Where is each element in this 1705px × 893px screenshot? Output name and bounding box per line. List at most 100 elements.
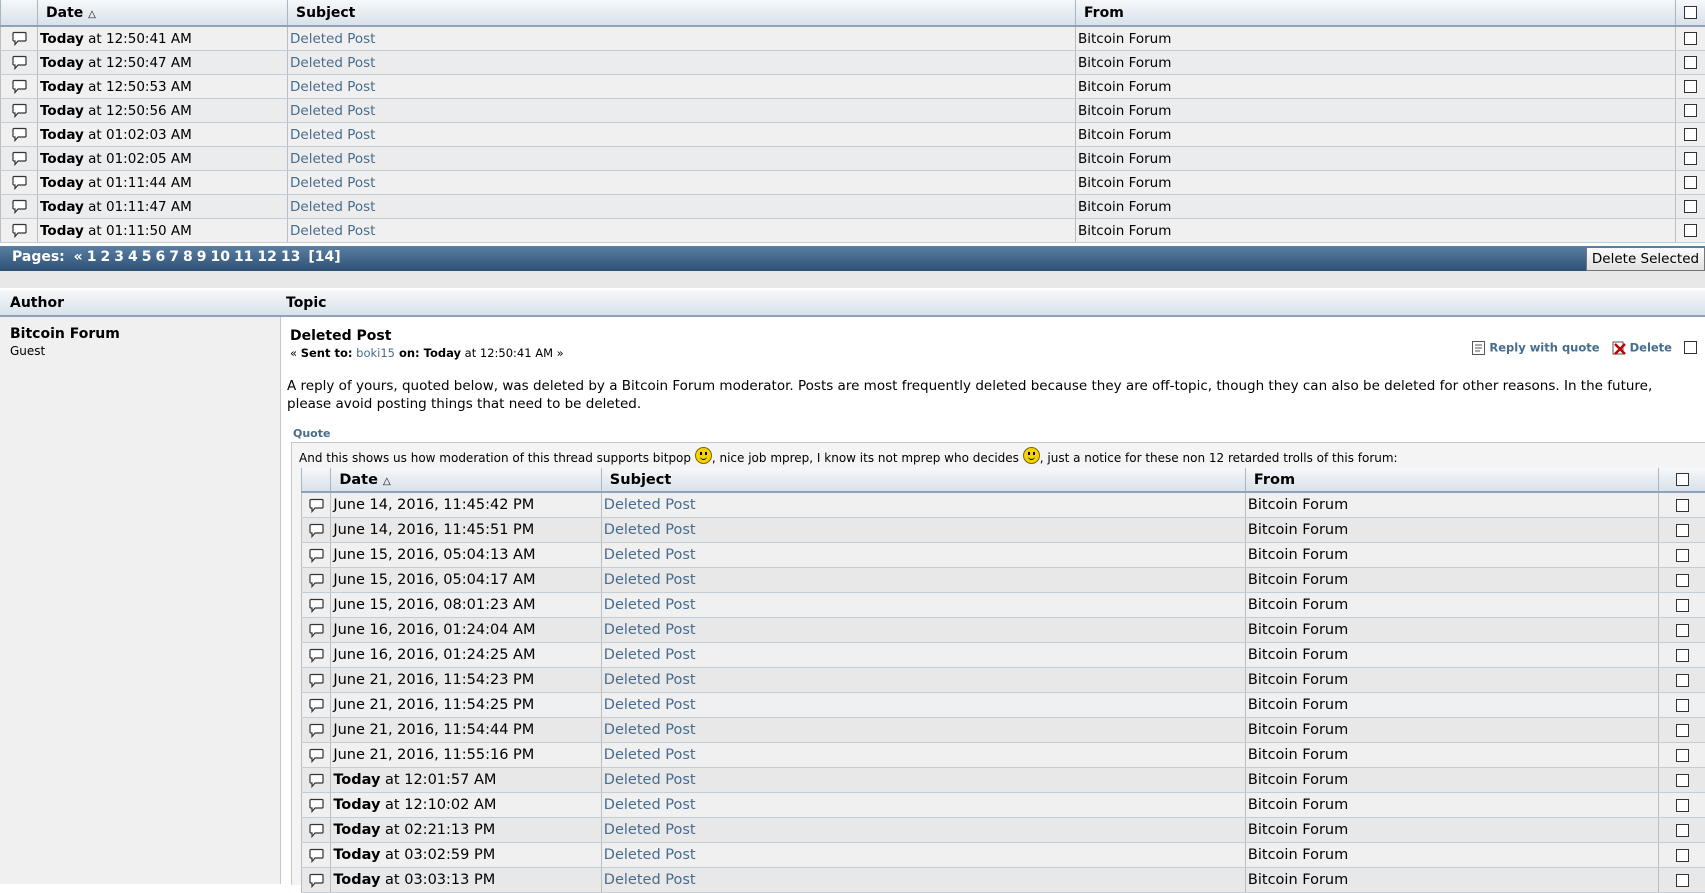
post-select-checkbox[interactable] — [1684, 341, 1697, 354]
reply-with-quote-link[interactable]: Reply with quote — [1489, 341, 1599, 355]
subject-link[interactable]: Deleted Post — [604, 797, 696, 813]
page-link[interactable]: 12 — [257, 249, 276, 265]
subject-link[interactable]: Deleted Post — [604, 622, 696, 638]
message-select-cell[interactable] — [1676, 75, 1705, 99]
quoted-message-select-cell[interactable] — [1658, 518, 1705, 543]
page-link[interactable]: 10 — [210, 249, 229, 265]
row-checkbox[interactable] — [1676, 824, 1689, 837]
page-link[interactable]: 6 — [155, 249, 165, 265]
row-checkbox[interactable] — [1676, 849, 1689, 862]
subject-link[interactable]: Deleted Post — [604, 822, 696, 838]
quoted-message-select-cell[interactable] — [1658, 543, 1705, 568]
page-link[interactable]: 3 — [114, 249, 124, 265]
subject-link[interactable]: Deleted Post — [604, 872, 696, 888]
subject-link[interactable]: Deleted Post — [290, 151, 375, 167]
row-checkbox[interactable] — [1676, 774, 1689, 787]
row-checkbox[interactable] — [1684, 200, 1697, 213]
quoted-message-select-cell[interactable] — [1658, 868, 1705, 893]
quoted-message-select-cell[interactable] — [1658, 593, 1705, 618]
row-checkbox[interactable] — [1684, 56, 1697, 69]
page-link[interactable]: 4 — [128, 249, 138, 265]
page-link[interactable]: 7 — [169, 249, 179, 265]
subject-link[interactable]: Deleted Post — [604, 572, 696, 588]
quoted-header-select-all[interactable] — [1658, 468, 1705, 492]
subject-link[interactable]: Deleted Post — [604, 547, 696, 563]
row-checkbox[interactable] — [1676, 499, 1689, 512]
row-checkbox[interactable] — [1676, 674, 1689, 687]
reply-with-quote-icon[interactable] — [1472, 340, 1489, 354]
header-select-all[interactable] — [1676, 0, 1705, 26]
row-checkbox[interactable] — [1676, 749, 1689, 762]
page-link[interactable]: 11 — [234, 249, 253, 265]
subject-link[interactable]: Deleted Post — [604, 722, 696, 738]
delete-icon[interactable] — [1612, 340, 1630, 354]
header-date[interactable]: Date △ — [38, 0, 288, 26]
quoted-message-select-cell[interactable] — [1658, 768, 1705, 793]
row-checkbox[interactable] — [1676, 599, 1689, 612]
quoted-message-select-cell[interactable] — [1658, 643, 1705, 668]
page-link[interactable]: 9 — [197, 249, 207, 265]
row-checkbox[interactable] — [1676, 649, 1689, 662]
subject-link[interactable]: Deleted Post — [604, 747, 696, 763]
quoted-message-select-cell[interactable] — [1658, 843, 1705, 868]
subject-link[interactable]: Deleted Post — [604, 647, 696, 663]
quoted-header-date[interactable]: Date △ — [331, 468, 601, 492]
select-all-checkbox[interactable] — [1684, 6, 1697, 19]
message-select-cell[interactable] — [1676, 219, 1705, 243]
row-checkbox[interactable] — [1676, 524, 1689, 537]
row-checkbox[interactable] — [1684, 32, 1697, 45]
message-select-cell[interactable] — [1676, 51, 1705, 75]
message-select-cell[interactable] — [1676, 195, 1705, 219]
row-checkbox[interactable] — [1684, 80, 1697, 93]
subject-link[interactable]: Deleted Post — [604, 522, 696, 538]
quoted-message-select-cell[interactable] — [1658, 743, 1705, 768]
subject-link[interactable]: Deleted Post — [290, 103, 375, 119]
header-from[interactable]: From — [1076, 0, 1676, 26]
quoted-message-select-cell[interactable] — [1658, 818, 1705, 843]
header-subject[interactable]: Subject — [288, 0, 1076, 26]
subject-link[interactable]: Deleted Post — [604, 672, 696, 688]
message-select-cell[interactable] — [1676, 26, 1705, 51]
subject-link[interactable]: Deleted Post — [290, 175, 375, 191]
subject-link[interactable]: Deleted Post — [604, 847, 696, 863]
row-checkbox[interactable] — [1684, 152, 1697, 165]
quoted-header-from[interactable]: From — [1245, 468, 1658, 492]
subject-link[interactable]: Deleted Post — [290, 31, 375, 47]
subject-link[interactable]: Deleted Post — [604, 697, 696, 713]
subject-link[interactable]: Deleted Post — [604, 497, 696, 513]
subject-link[interactable]: Deleted Post — [290, 199, 375, 215]
quoted-message-select-cell[interactable] — [1658, 618, 1705, 643]
page-link[interactable]: 2 — [100, 249, 110, 265]
row-checkbox[interactable] — [1684, 224, 1697, 237]
row-checkbox[interactable] — [1676, 549, 1689, 562]
subject-link[interactable]: Deleted Post — [290, 127, 375, 143]
quoted-message-select-cell[interactable] — [1658, 793, 1705, 818]
subject-link[interactable]: Deleted Post — [604, 597, 696, 613]
quoted-message-select-cell[interactable] — [1658, 492, 1705, 518]
row-checkbox[interactable] — [1684, 176, 1697, 189]
quoted-message-select-cell[interactable] — [1658, 668, 1705, 693]
quoted-message-select-cell[interactable] — [1658, 718, 1705, 743]
subject-link[interactable]: Deleted Post — [604, 772, 696, 788]
row-checkbox[interactable] — [1684, 128, 1697, 141]
quoted-message-select-cell[interactable] — [1658, 568, 1705, 593]
delete-selected-button[interactable]: Delete Selected — [1586, 247, 1705, 271]
prev-page-link[interactable]: « — [74, 249, 83, 265]
page-link[interactable]: 13 — [281, 249, 300, 265]
date-sort-link[interactable]: Date — [46, 5, 83, 21]
row-checkbox[interactable] — [1684, 104, 1697, 117]
quoted-date-sort-link[interactable]: Date — [339, 472, 378, 488]
message-select-cell[interactable] — [1676, 123, 1705, 147]
message-select-cell[interactable] — [1676, 99, 1705, 123]
message-select-cell[interactable] — [1676, 171, 1705, 195]
page-link[interactable]: 5 — [142, 249, 152, 265]
delete-link[interactable]: Delete — [1630, 341, 1672, 355]
quoted-header-subject[interactable]: Subject — [601, 468, 1245, 492]
subject-link[interactable]: Deleted Post — [290, 55, 375, 71]
message-select-cell[interactable] — [1676, 147, 1705, 171]
row-checkbox[interactable] — [1676, 699, 1689, 712]
page-link[interactable]: 8 — [183, 249, 193, 265]
row-checkbox[interactable] — [1676, 624, 1689, 637]
quoted-message-select-cell[interactable] — [1658, 693, 1705, 718]
row-checkbox[interactable] — [1676, 574, 1689, 587]
